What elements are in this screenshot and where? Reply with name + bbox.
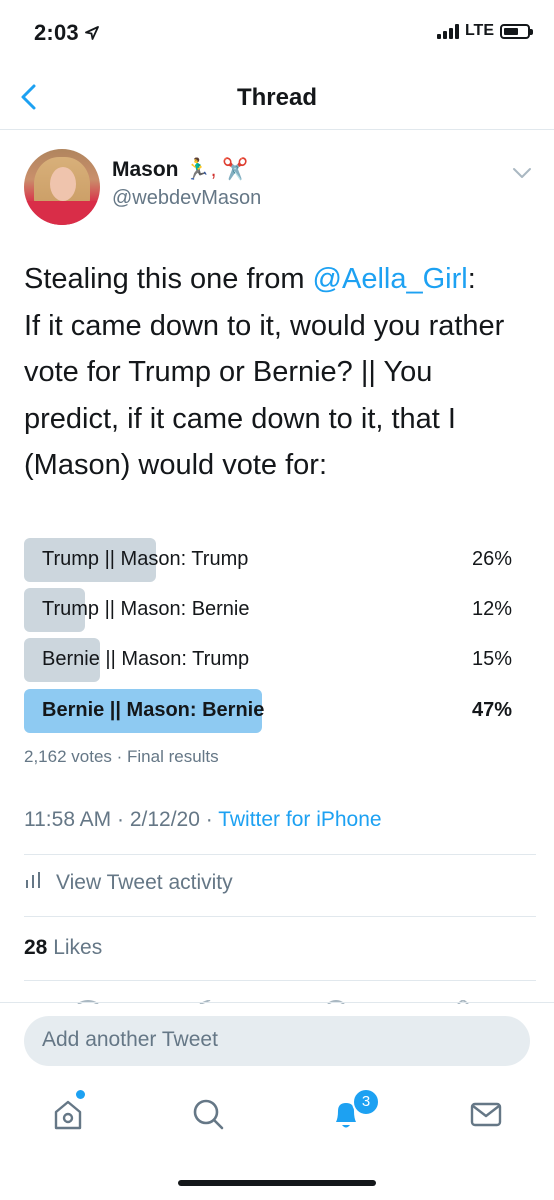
source-link[interactable]: Twitter for iPhone: [218, 808, 381, 831]
poll-option-percent: 15%: [471, 648, 512, 670]
likes-label: Likes: [47, 936, 103, 959]
tweet-text-body: : If it came down to it, would you rathe…: [24, 263, 505, 481]
notifications-badge: 3: [352, 1088, 380, 1116]
status-clock: 2:03: [34, 20, 79, 45]
status-time: 2:03: [34, 20, 99, 46]
poll-option-label: Trump || Mason: Bernie: [42, 598, 250, 620]
poll-status: Final results: [127, 747, 219, 766]
poll-option-percent: 26%: [471, 548, 512, 570]
nav-divider: [0, 129, 554, 130]
poll-option: Trump || Mason: Trump 26%: [24, 538, 514, 582]
signal-icon: [436, 23, 459, 39]
poll-meta: 2,162 votes · Final results: [24, 747, 219, 767]
new-content-dot: [76, 1090, 85, 1099]
page-title: Thread: [236, 84, 317, 111]
search-icon[interactable]: [188, 1094, 228, 1134]
tweet-timestamp: 11:58 AM · 2/12/20 · Twitter for iPhone: [24, 808, 382, 832]
view-activity-button[interactable]: View Tweet activity: [24, 871, 233, 895]
poll-option-label: Trump || Mason: Trump: [42, 548, 249, 570]
poll-option: Trump || Mason: Bernie 12%: [24, 588, 514, 632]
view-activity-label: View Tweet activity: [56, 871, 233, 894]
poll-option-percent: 12%: [471, 598, 512, 620]
messages-envelope-icon[interactable]: [466, 1094, 506, 1134]
divider: [24, 854, 536, 855]
author-emoji: 🏃‍♂️, ✂️: [184, 158, 249, 181]
likes-count[interactable]: 28 Likes: [24, 936, 102, 960]
mention-link[interactable]: @Aella_Girl: [313, 263, 468, 295]
location-arrow-icon: [84, 20, 99, 46]
tweet-text: Stealing this one from @Aella_Girl: If i…: [24, 256, 534, 489]
avatar[interactable]: [24, 149, 100, 225]
network-label: LTE: [464, 22, 494, 39]
home-indicator[interactable]: [178, 1180, 376, 1186]
reply-placeholder: Add another Tweet: [42, 1028, 218, 1051]
poll-separator: ·: [111, 747, 128, 766]
poll-option-percent: 47%: [471, 699, 512, 721]
poll-votes: 2,162 votes: [24, 747, 112, 766]
poll-option-label: Bernie || Mason: Bernie: [42, 699, 265, 721]
timestamp-text: 11:58 AM · 2/12/20 ·: [24, 808, 219, 831]
tweet-text-prefix: Stealing this one from: [24, 263, 313, 295]
divider: [24, 916, 536, 917]
status-indicators: LTE: [436, 22, 533, 40]
composer-divider: [0, 1002, 554, 1003]
chevron-down-icon[interactable]: [512, 166, 532, 180]
author-handle[interactable]: @webdevMason: [112, 187, 261, 210]
likes-number: 28: [24, 936, 48, 959]
divider: [24, 980, 536, 981]
poll-option-winner: Bernie || Mason: Bernie 47%: [24, 689, 514, 733]
battery-icon: [500, 23, 533, 39]
poll-option-label: Bernie || Mason: Trump: [42, 648, 250, 670]
home-icon[interactable]: [48, 1094, 88, 1134]
author-name: Mason: [112, 158, 179, 181]
poll-option: Bernie || Mason: Trump 15%: [24, 638, 514, 682]
author-name-row[interactable]: Mason 🏃‍♂️, ✂️: [112, 158, 248, 182]
bar-chart-icon: [24, 871, 42, 895]
